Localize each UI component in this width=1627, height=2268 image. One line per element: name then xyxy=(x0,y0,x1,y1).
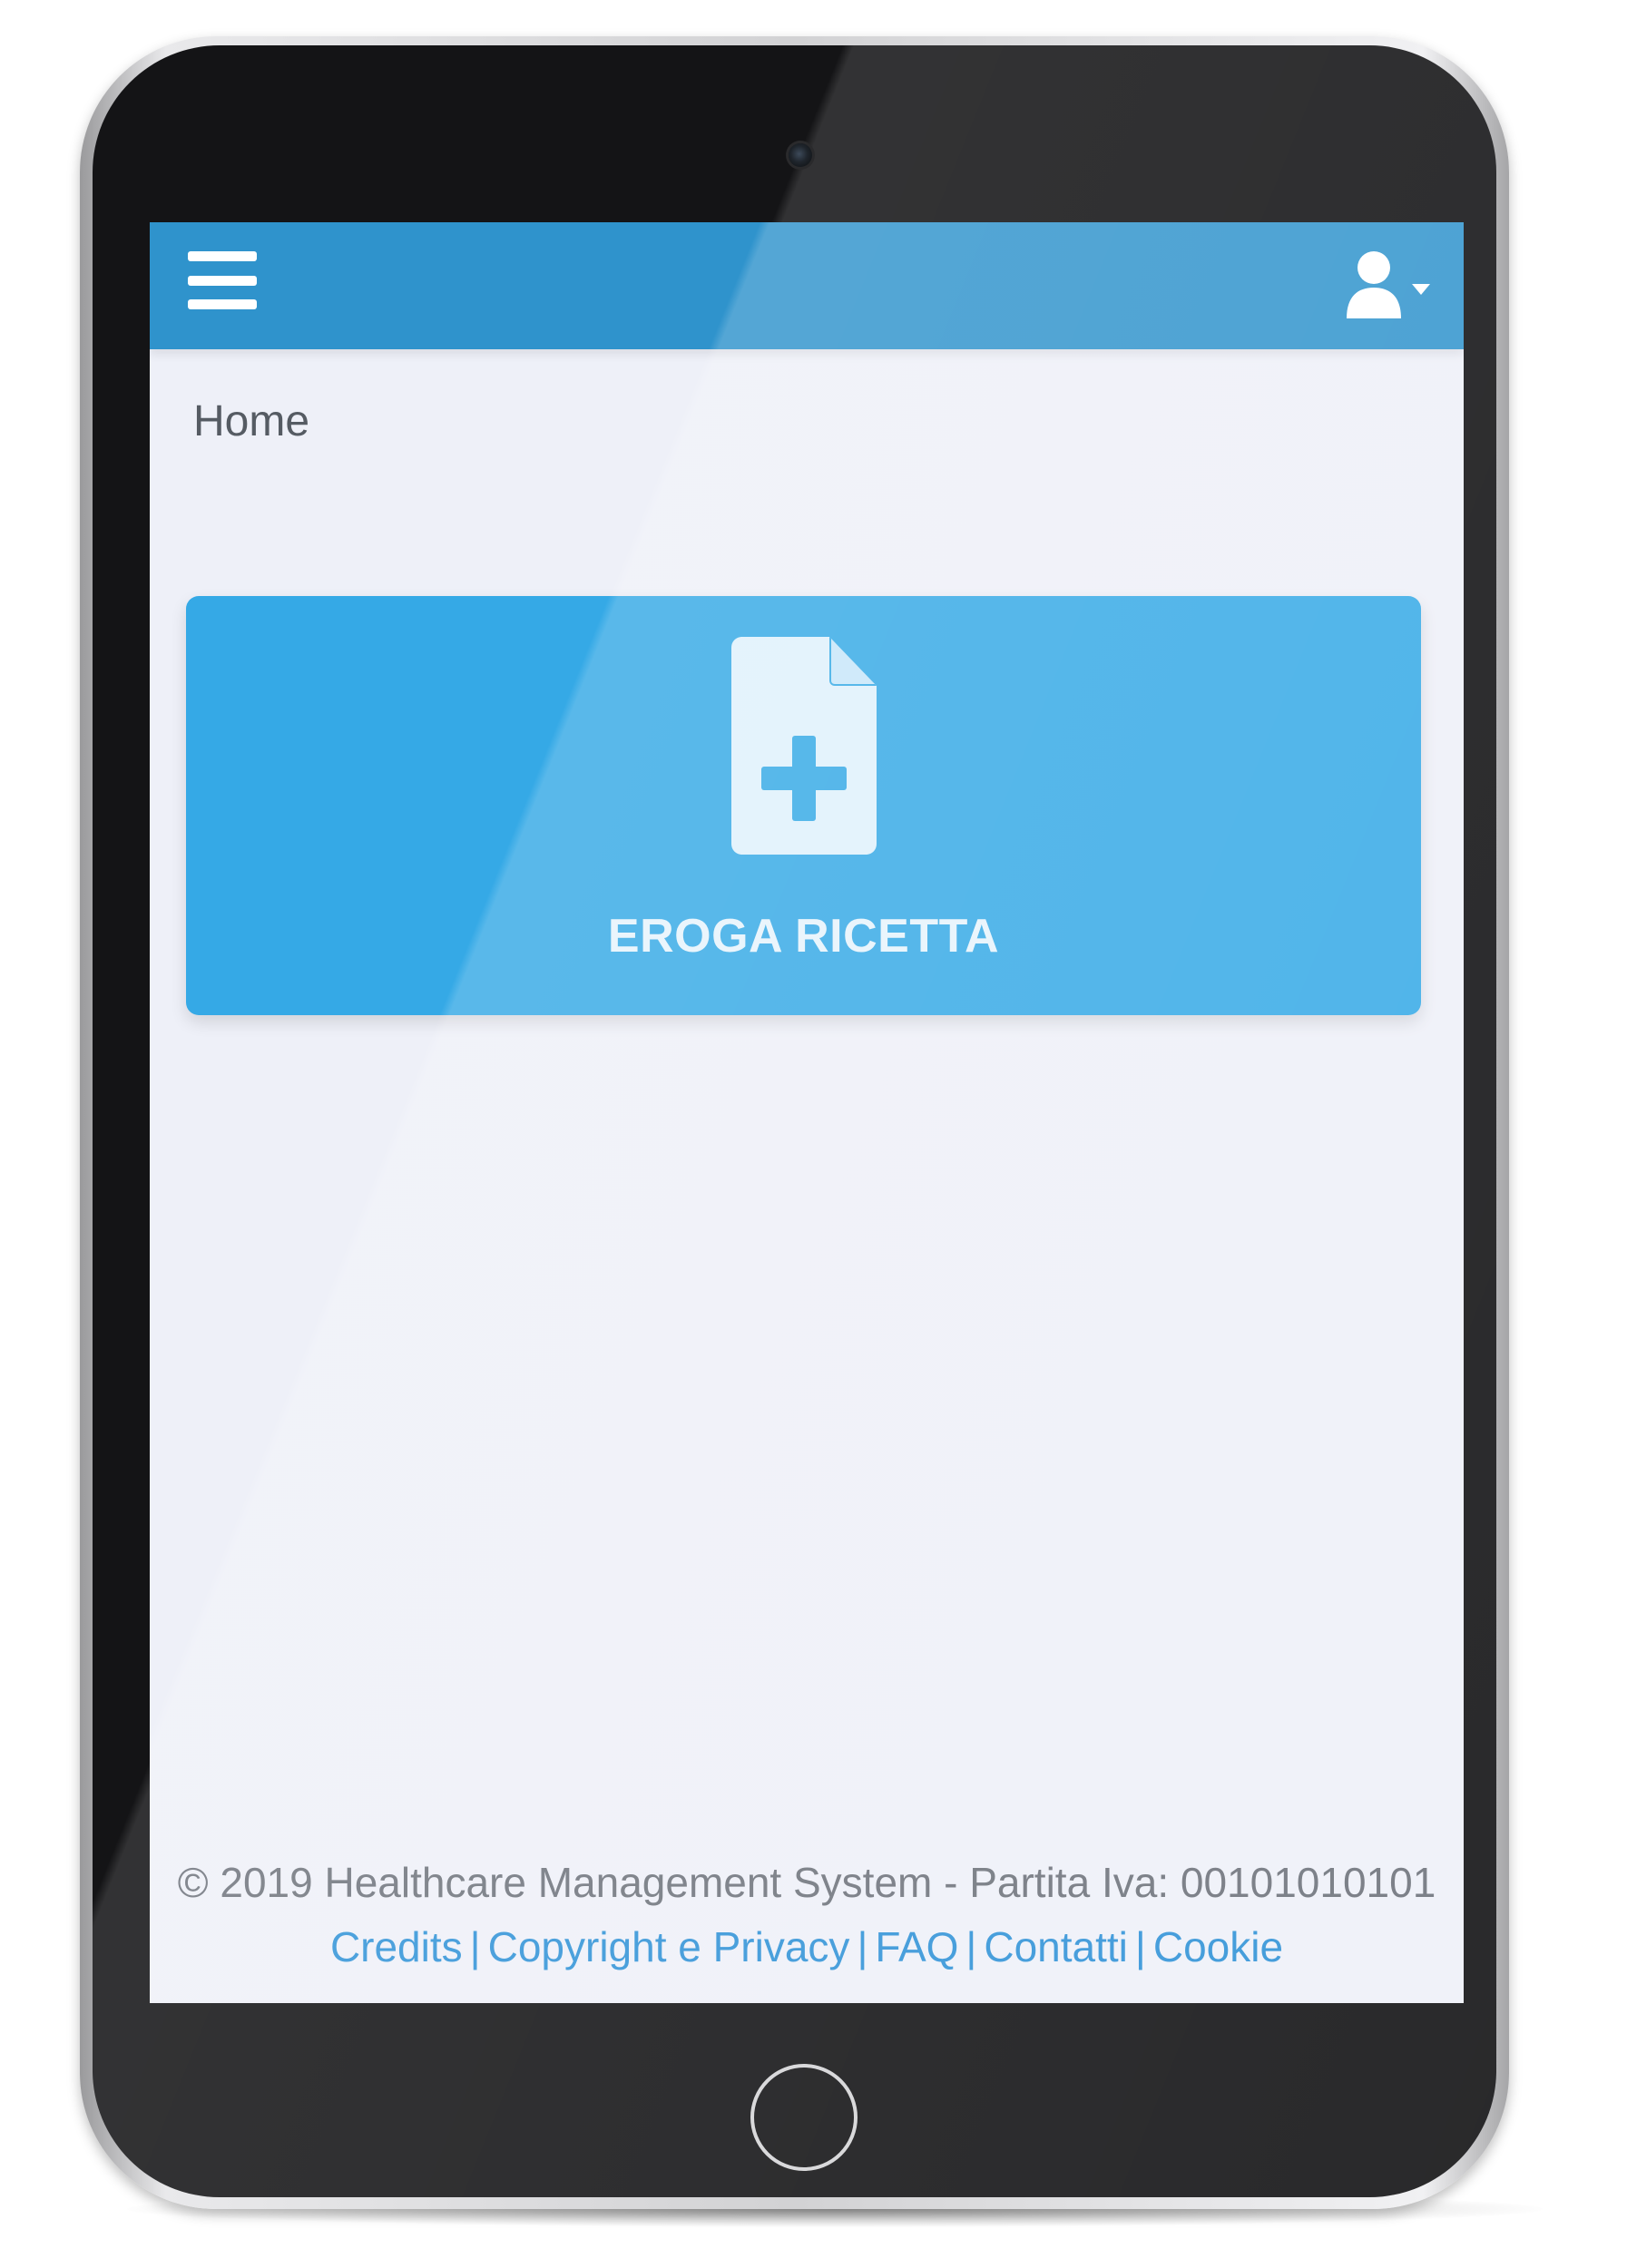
credits-link[interactable]: Credits xyxy=(330,1923,463,1970)
menu-bar xyxy=(188,299,257,309)
hamburger-menu-icon[interactable] xyxy=(188,244,260,317)
user-menu-button[interactable] xyxy=(1341,242,1432,329)
menu-bar xyxy=(188,275,257,286)
link-separator: | xyxy=(965,1923,977,1970)
screen-reflection xyxy=(150,222,1464,2003)
copyright-privacy-link[interactable]: Copyright e Privacy xyxy=(488,1923,850,1970)
link-separator: | xyxy=(857,1923,868,1970)
app-screen: Home EROGA RICETTA © 2019 Healthcare Man… xyxy=(150,222,1464,2003)
footer-links: Credits | Copyright e Privacy | FAQ | Contatti… xyxy=(150,1914,1464,1980)
camera-lens xyxy=(789,143,812,167)
eroga-ricetta-card[interactable]: EROGA RICETTA xyxy=(186,596,1421,1015)
prescription-document-icon xyxy=(731,637,877,855)
device-mockup: Home EROGA RICETTA © 2019 Healthcare Man… xyxy=(0,0,1627,2268)
user-icon xyxy=(1347,251,1430,318)
home-button[interactable] xyxy=(750,2064,858,2171)
caret-down-icon xyxy=(1412,284,1430,295)
cookie-link[interactable]: Cookie xyxy=(1153,1923,1283,1970)
contatti-link[interactable]: Contatti xyxy=(984,1923,1128,1970)
faq-link[interactable]: FAQ xyxy=(875,1923,958,1970)
card-label: EROGA RICETTA xyxy=(607,910,1000,963)
copyright-text: © 2019 Healthcare Management System - Pa… xyxy=(177,1859,1436,1906)
menu-bar xyxy=(188,251,257,261)
footer: © 2019 Healthcare Management System - Pa… xyxy=(150,1851,1464,1980)
link-separator: | xyxy=(469,1923,481,1970)
app-header xyxy=(150,222,1464,349)
breadcrumb[interactable]: Home xyxy=(193,396,309,446)
link-separator: | xyxy=(1134,1923,1146,1970)
